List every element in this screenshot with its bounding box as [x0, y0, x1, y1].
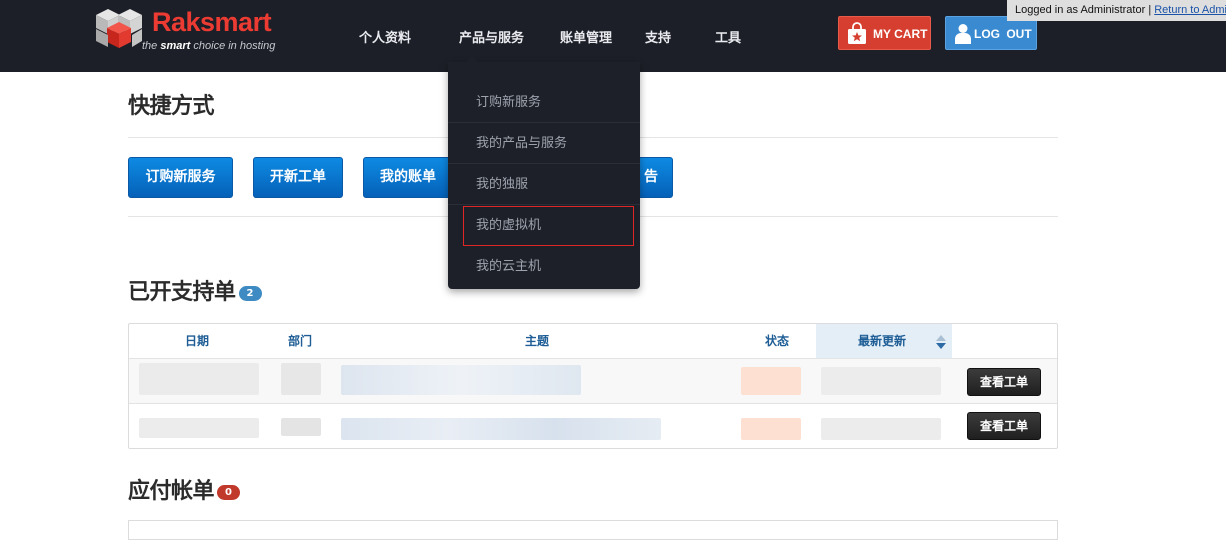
menu-item-my-vps[interactable]: 我的虚拟机 — [463, 206, 634, 246]
blurred-subject — [341, 418, 661, 440]
my-cart-button[interactable]: MY CART — [838, 16, 931, 50]
table-row[interactable]: 查看工单 — [129, 403, 1057, 448]
blurred-last-updated — [821, 418, 941, 440]
invoices-due-title: 应付帐单 — [128, 479, 215, 504]
last-updated-label: 最新更新 — [858, 334, 907, 348]
invoices-due-count-badge: 0 — [217, 484, 241, 500]
blurred-date — [139, 363, 259, 395]
admin-separator: | — [1148, 4, 1152, 16]
blurred-last-updated — [821, 367, 941, 395]
order-new-service-button[interactable]: 订购新服务 — [128, 157, 233, 198]
blurred-subject — [341, 365, 581, 395]
cubes-logo-icon — [96, 9, 142, 48]
user-icon — [955, 24, 971, 44]
blurred-department — [281, 363, 321, 395]
blurred-status — [741, 367, 801, 395]
logout-label: LOG OUT — [974, 27, 1032, 41]
blurred-department — [281, 418, 321, 436]
return-to-admin-link[interactable]: Return to Admin — [1154, 4, 1226, 16]
nav-billing[interactable]: 账单管理 — [560, 27, 612, 46]
tickets-table: 日期 部门 主题 状态 最新更新 查看工单 查看工单 — [128, 323, 1058, 449]
invoices-due-heading: 应付帐单 0 — [128, 473, 241, 505]
open-tickets-title: 已开支持单 — [128, 280, 236, 305]
menu-item-order-new-service[interactable]: 订购新服务 — [448, 82, 640, 123]
column-header-last-updated[interactable]: 最新更新 — [816, 324, 952, 358]
dropdown-caret — [465, 56, 479, 63]
admin-bar: Logged in as Administrator | Return to A… — [1007, 0, 1226, 21]
logo-tagline: the smart choice in hosting — [142, 40, 276, 52]
open-ticket-button[interactable]: 开新工单 — [253, 157, 343, 198]
my-invoices-button[interactable]: 我的账单 — [363, 157, 453, 198]
shortcuts-heading: 快捷方式 — [128, 94, 215, 119]
column-header-status[interactable]: 状态 — [737, 324, 817, 358]
table-row[interactable]: 查看工单 — [129, 358, 1057, 403]
column-header-date[interactable]: 日期 — [159, 324, 235, 358]
open-tickets-heading: 已开支持单 2 — [128, 274, 262, 306]
admin-status-text: Logged in as Administrator — [1015, 4, 1146, 16]
column-header-subject[interactable]: 主题 — [339, 324, 735, 358]
my-cart-label: MY CART — [873, 27, 928, 41]
nav-profile[interactable]: 个人资料 — [359, 27, 411, 46]
sort-arrows-icon — [936, 335, 946, 349]
shopping-bag-icon — [848, 22, 866, 44]
nav-support[interactable]: 支持 — [645, 27, 671, 46]
menu-item-my-dedicated-servers[interactable]: 我的独服 — [448, 164, 640, 205]
column-header-department[interactable]: 部门 — [265, 324, 335, 358]
view-ticket-button[interactable]: 查看工单 — [967, 368, 1041, 396]
menu-item-my-products-services[interactable]: 我的产品与服务 — [448, 123, 640, 164]
blurred-date — [139, 418, 259, 438]
products-services-dropdown: 订购新服务 我的产品与服务 我的独服 我的虚拟机 我的云主机 — [448, 56, 640, 289]
raksmart-logo[interactable]: Raksmart the smart choice in hosting — [90, 5, 290, 55]
nav-tools[interactable]: 工具 — [715, 27, 741, 46]
invoices-table — [128, 520, 1058, 540]
open-tickets-count-badge: 2 — [238, 285, 262, 301]
blurred-status — [741, 418, 801, 440]
logo-wordmark: Raksmart — [152, 7, 272, 37]
view-ticket-button[interactable]: 查看工单 — [967, 412, 1041, 440]
logout-button[interactable]: LOG OUT — [945, 16, 1037, 50]
nav-products-services[interactable]: 产品与服务 — [459, 27, 524, 46]
menu-item-my-cloud-hosts[interactable]: 我的云主机 — [448, 246, 640, 287]
